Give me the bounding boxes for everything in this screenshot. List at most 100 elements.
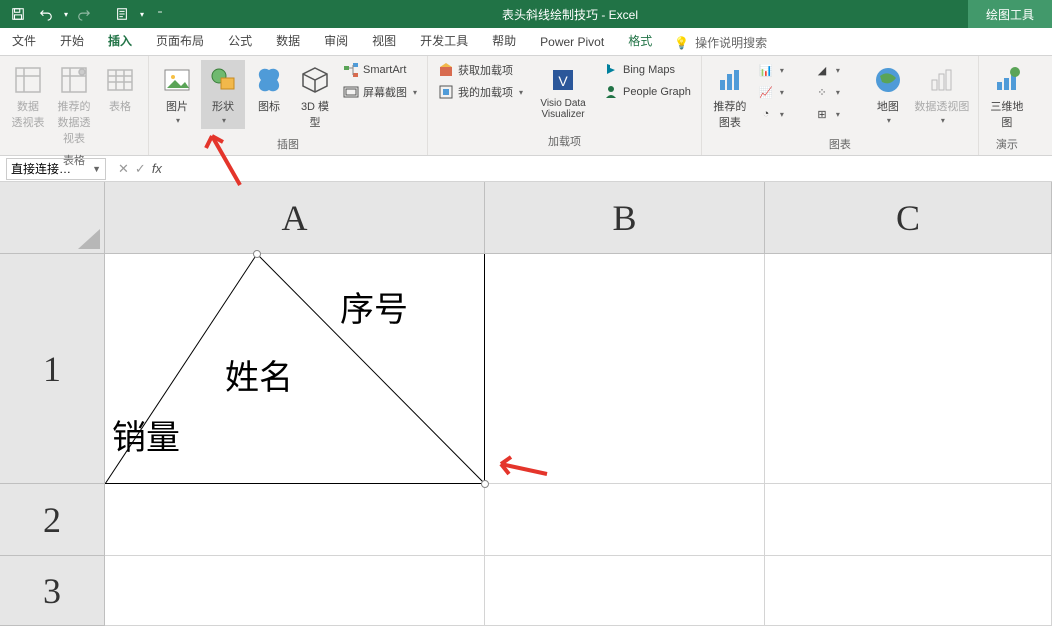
cell-a2[interactable] [105, 484, 485, 556]
table-button[interactable]: 表格 [98, 60, 142, 118]
cell-a3[interactable] [105, 556, 485, 626]
cell-b2[interactable] [485, 484, 765, 556]
chevron-down-icon: ▾ [941, 116, 945, 125]
cancel-icon[interactable]: ✕ [118, 161, 129, 177]
tab-format[interactable]: 格式 [616, 26, 664, 55]
recommended-pivot-button[interactable]: 推荐的 数据透视表 [52, 60, 96, 150]
svg-text:V: V [558, 73, 568, 89]
stock-chart-icon: ⊞ [814, 106, 830, 122]
people-icon [603, 84, 619, 100]
tab-powerpivot[interactable]: Power Pivot [528, 29, 616, 55]
bing-maps-button[interactable]: Bing Maps [599, 60, 695, 80]
icons-button[interactable]: 图标 [247, 60, 291, 118]
annotation-arrow-corner [495, 454, 551, 480]
chart-type-scatter[interactable]: ⁘▾ [810, 82, 864, 102]
col-header-c[interactable]: C [765, 182, 1052, 254]
chart-type-stock[interactable]: ⊞▾ [810, 104, 864, 124]
tab-dev[interactable]: 开发工具 [408, 26, 480, 55]
cell-c2[interactable] [765, 484, 1052, 556]
chevron-down-icon: ▾ [413, 88, 417, 97]
chart-type-pie[interactable]: ◔▾ [754, 104, 808, 124]
row-header-2[interactable]: 2 [0, 484, 105, 556]
chart-type-bar[interactable]: 📊▾ [754, 60, 808, 80]
3d-map-button[interactable]: 三维地 图 [985, 60, 1029, 134]
worksheet-grid[interactable]: A B C 1 2 3 序号 姓名 销量 [0, 182, 1052, 626]
save-icon[interactable] [6, 3, 30, 25]
screenshot-button[interactable]: 屏幕截图 ▾ [339, 82, 421, 102]
undo-icon[interactable] [34, 3, 58, 25]
shape-handle-start[interactable] [253, 250, 261, 258]
smartart-button[interactable]: SmartArt [339, 60, 421, 80]
qat-customize-icon[interactable]: ⁼ [148, 3, 172, 25]
people-graph-button[interactable]: People Graph [599, 82, 695, 102]
picture-icon [161, 64, 193, 96]
tab-file[interactable]: 文件 [0, 26, 48, 55]
pivot-chart-button[interactable]: 数据透视图 ▾ [912, 60, 972, 129]
chart-icon [714, 64, 746, 96]
ribbon-tabs: 文件 开始 插入 页面布局 公式 数据 审阅 视图 开发工具 帮助 Power … [0, 28, 1052, 56]
col-header-a[interactable]: A [105, 182, 485, 254]
select-all-corner[interactable] [0, 182, 105, 254]
tab-formula[interactable]: 公式 [216, 26, 264, 55]
pivot-table-icon [12, 64, 44, 96]
get-addins-button[interactable]: 获取加载项 [434, 60, 527, 80]
smartart-icon [343, 62, 359, 78]
cell-c3[interactable] [765, 556, 1052, 626]
formula-bar: 直接连接… ▼ ✕ ✓ fx [0, 156, 1052, 182]
quick-print-icon[interactable] [110, 3, 134, 25]
chevron-down-icon: ▼ [92, 164, 101, 174]
tab-data[interactable]: 数据 [264, 26, 312, 55]
tab-review[interactable]: 审阅 [312, 26, 360, 55]
tab-layout[interactable]: 页面布局 [144, 26, 216, 55]
bing-icon [603, 62, 619, 78]
tab-help[interactable]: 帮助 [480, 26, 528, 55]
3d-model-button[interactable]: 3D 模 型 [293, 60, 337, 134]
cell-c1[interactable] [765, 254, 1052, 484]
row-header-1[interactable]: 1 [0, 254, 105, 484]
chevron-down-icon: ▾ [176, 116, 180, 125]
scatter-chart-icon: ⁘ [814, 84, 830, 100]
cell-b3[interactable] [485, 556, 765, 626]
pie-chart-icon: ◔ [758, 106, 774, 122]
bulb-icon: 💡 [674, 36, 689, 50]
chart-type-line[interactable]: 📈▾ [754, 82, 808, 102]
cell-a1-text-topright: 序号 [340, 282, 408, 331]
store-icon [438, 62, 454, 78]
shapes-icon [207, 64, 239, 96]
confirm-icon[interactable]: ✓ [135, 161, 146, 177]
visio-icon: V [547, 64, 579, 96]
chevron-down-icon: ▾ [887, 116, 891, 125]
globe-icon [991, 64, 1023, 96]
group-label-addins: 加载项 [434, 131, 695, 151]
name-box[interactable]: 直接连接… ▼ [6, 158, 106, 180]
col-header-b[interactable]: B [485, 182, 765, 254]
pivot-chart-icon [926, 64, 958, 96]
fx-icon[interactable]: fx [152, 161, 162, 176]
table-icon [104, 64, 136, 96]
chart-type-area[interactable]: ◢▾ [810, 60, 864, 80]
cell-b1[interactable] [485, 254, 765, 484]
visio-button[interactable]: V Visio Data Visualizer [529, 60, 597, 124]
recommended-charts-button[interactable]: 推荐的 图表 [708, 60, 752, 134]
tab-insert[interactable]: 插入 [96, 26, 144, 55]
my-addins-button[interactable]: 我的加载项 ▾ [434, 82, 527, 102]
shape-handle-end[interactable] [481, 480, 489, 488]
row-header-3[interactable]: 3 [0, 556, 105, 626]
line-chart-icon: 📈 [758, 84, 774, 100]
shapes-button[interactable]: 形状 ▾ [201, 60, 245, 129]
group-label-demo: 演示 [985, 134, 1029, 154]
formula-input[interactable] [172, 158, 1052, 180]
maps-button[interactable]: 地图 ▾ [866, 60, 910, 129]
area-chart-icon: ◢ [814, 62, 830, 78]
tell-me-search[interactable]: 💡 操作说明搜索 [664, 30, 777, 55]
cell-a1-text-middle: 姓名 [225, 350, 293, 399]
redo-icon[interactable] [72, 3, 96, 25]
screenshot-icon [343, 84, 359, 100]
map-icon [872, 64, 904, 96]
ribbon: 数据 透视表 推荐的 数据透视表 表格 表格 图片 ▾ 形状 ▾ [0, 56, 1052, 156]
pivot-table-button[interactable]: 数据 透视表 [6, 60, 50, 134]
group-label-illustrations: 插图 [155, 134, 421, 154]
tab-view[interactable]: 视图 [360, 26, 408, 55]
picture-button[interactable]: 图片 ▾ [155, 60, 199, 129]
tab-home[interactable]: 开始 [48, 26, 96, 55]
